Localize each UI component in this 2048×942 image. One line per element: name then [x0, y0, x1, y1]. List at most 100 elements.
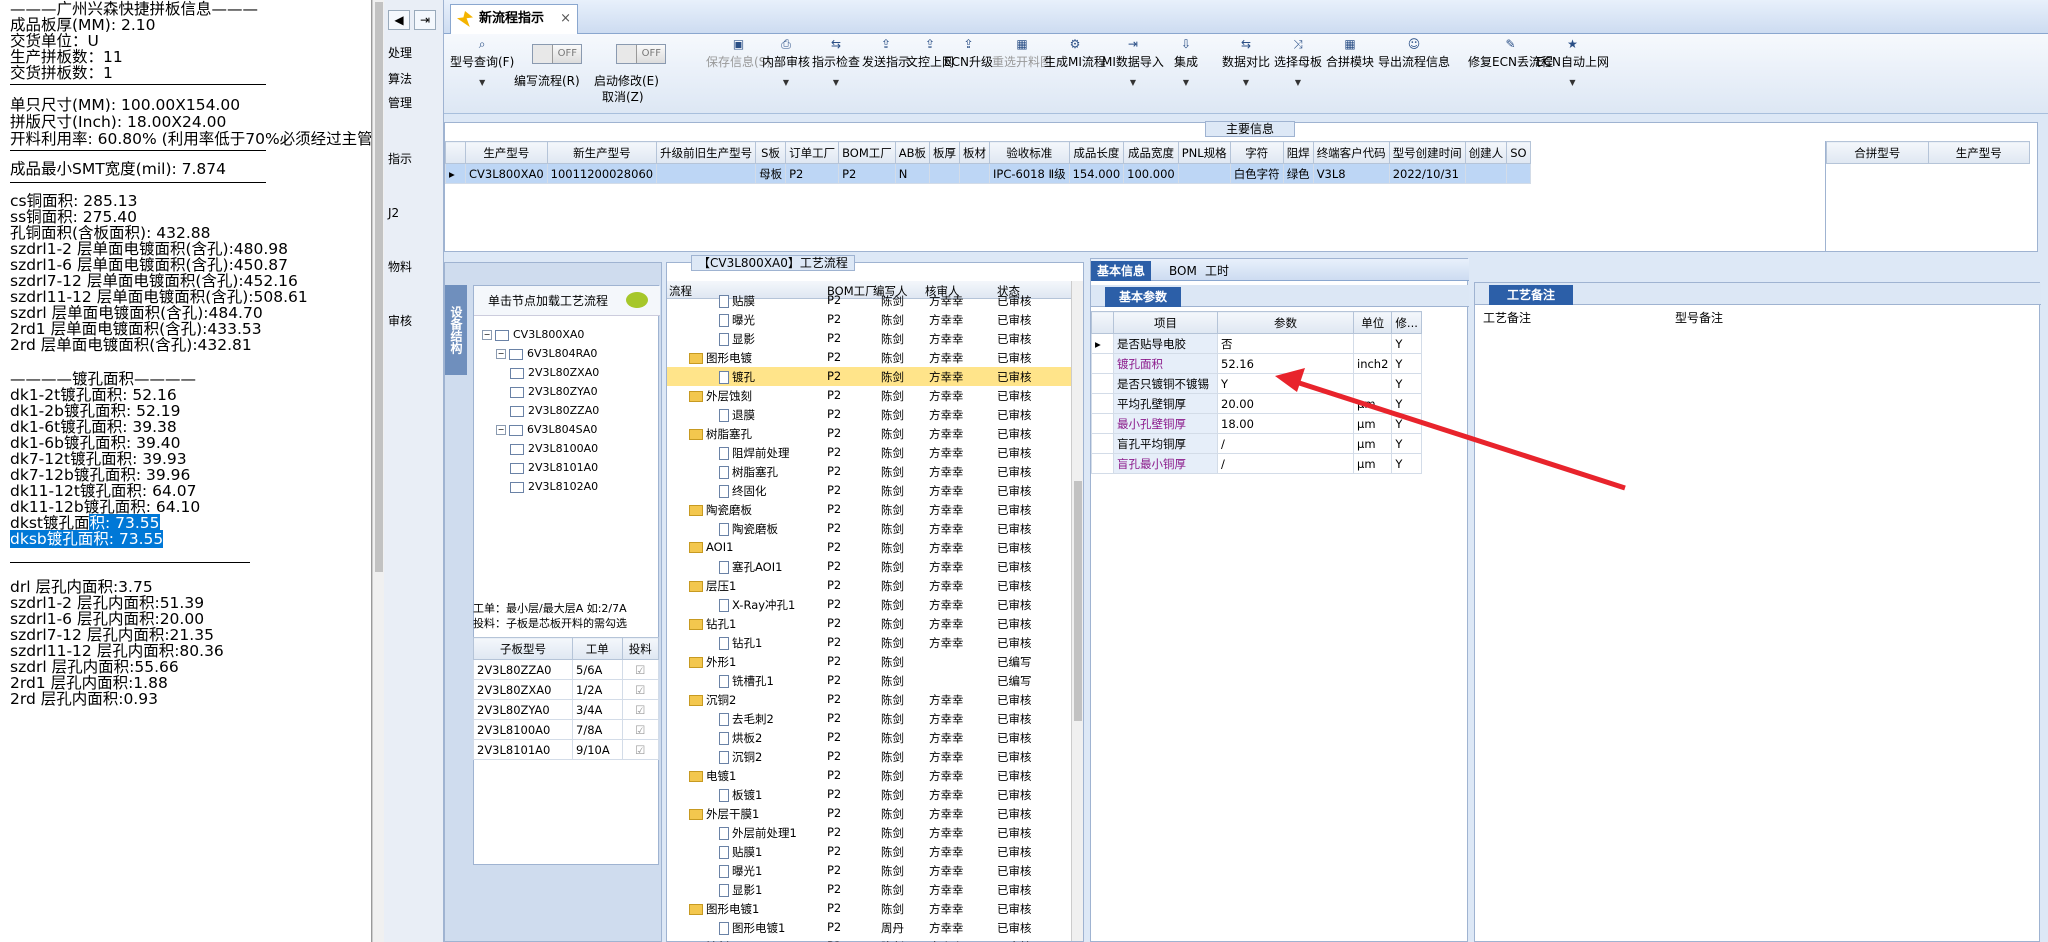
param-row[interactable]: 最小孔壁铜厚 18.00 μm Y — [1091, 413, 1422, 434]
process-row[interactable]: 图形电镀1 P2 周丹 方幸幸 已审核 — [667, 918, 1071, 937]
process-row[interactable]: 显影 P2 陈剑 方幸幸 已审核 — [667, 329, 1071, 348]
chevron-down-icon[interactable]: ▼ — [762, 78, 810, 87]
feed-checkbox[interactable]: ☑ — [621, 719, 660, 740]
table-row[interactable]: ▸ CV3L800XA0 10011200028060 母板 P2 P2 N IPC-6018… — [445, 163, 1531, 184]
param-row[interactable]: 镀孔面积 52.16 inch2 Y — [1091, 353, 1422, 374]
toolbar-button[interactable]: ★ ECN自动上网 ▼ — [1536, 36, 1609, 87]
column-header[interactable]: 板厚 — [929, 141, 961, 164]
table-cell[interactable]: 2V3L80ZZA0 — [472, 659, 574, 680]
param-value[interactable]: 52.16 — [1217, 353, 1354, 374]
table-row[interactable]: 2V3L8100A0 7/8A ☑ — [472, 719, 660, 740]
column-header[interactable]: 验收标准 — [989, 141, 1070, 164]
param-row[interactable]: 平均孔壁铜厚 20.00 μm Y — [1091, 393, 1422, 414]
notepad-window[interactable]: ———广州兴森快捷拼板信息——— 成品板厚(MM): 2.10 交货单位：U 生产拼板… — [0, 0, 372, 942]
process-row[interactable]: 显影1 P2 陈剑 方幸幸 已审核 — [667, 880, 1071, 899]
tab-process-notes[interactable]: 工艺备注 — [1489, 285, 1574, 305]
toolbar-button[interactable]: ⇪ ECN升级 — [944, 36, 993, 70]
process-row[interactable]: 阻焊前处理 P2 陈剑 方幸幸 已审核 — [667, 443, 1071, 462]
table-row[interactable]: 2V3L8101A0 9/10A ☑ — [472, 739, 660, 760]
process-row[interactable]: 外层前处理1 P2 陈剑 方幸幸 已审核 — [667, 823, 1071, 842]
process-row[interactable]: AOI1 P2 陈剑 方幸幸 已审核 — [667, 538, 1071, 557]
toggle-write-flow[interactable]: OFF — [532, 44, 582, 64]
tree-node[interactable]: − 6V3L804SA0 — [496, 423, 597, 436]
table-cell[interactable]: 9/10A — [572, 739, 623, 760]
column-header[interactable]: 升级前旧生产型号 — [656, 141, 757, 164]
process-row[interactable]: 图形电镀 P2 陈剑 方幸幸 已审核 — [667, 348, 1071, 367]
process-row[interactable]: 陶瓷磨板 P2 陈剑 方幸幸 已审核 — [667, 500, 1071, 519]
nav-item[interactable]: 指示 — [388, 150, 412, 167]
process-row[interactable]: 蚀刻2P2陈剑方幸幸已审核 — [667, 937, 1071, 942]
toolbar-button[interactable]: ▦ 重选开料图 — [992, 36, 1052, 70]
column-header[interactable]: SO — [1506, 141, 1531, 164]
column-header[interactable]: S板 — [755, 141, 787, 164]
chevron-down-icon[interactable]: ▼ — [1274, 78, 1322, 87]
tab-basic-0[interactable]: 基本信息 — [1091, 261, 1152, 281]
column-header[interactable]: 型号创建时间 — [1388, 141, 1466, 164]
param-value[interactable]: Y — [1217, 373, 1354, 394]
toolbar-button[interactable]: ☺ 导出流程信息 — [1378, 36, 1450, 70]
process-row[interactable]: 退膜 P2 陈剑 方幸幸 已审核 — [667, 405, 1071, 424]
table-cell[interactable]: P2 — [785, 163, 840, 184]
process-row[interactable]: 沉铜2 P2 陈剑 方幸幸 已审核 — [667, 690, 1071, 709]
tree-node[interactable]: − CV3L800XA0 — [482, 328, 584, 341]
table-cell[interactable]: 1/2A — [572, 679, 623, 700]
param-row[interactable]: ▸ 是否贴导电胶否 Y — [1091, 333, 1422, 354]
process-row[interactable]: 电镀1 P2 陈剑 方幸幸 已审核 — [667, 766, 1071, 785]
param-value[interactable]: / — [1217, 453, 1354, 474]
nav-item[interactable]: 处理 — [388, 44, 412, 61]
toolbar-button[interactable]: ⇆ 数据对比 ▼ — [1222, 36, 1270, 87]
process-row[interactable]: 树脂塞孔 P2 陈剑 方幸幸 已审核 — [667, 462, 1071, 481]
toggle-start-edit[interactable]: OFF — [616, 44, 666, 64]
param-row[interactable]: 是否只镀铜不镀锡 Y Y — [1091, 373, 1422, 394]
process-row[interactable]: 铣槽孔1 P2 陈剑 已编写 — [667, 671, 1071, 690]
tab-device-structure[interactable]: 设备结构 — [445, 285, 467, 375]
column-header[interactable]: 投料 — [621, 637, 660, 660]
column-header[interactable]: AB板 — [894, 141, 931, 164]
toolbar-button[interactable]: ⤨ 选择母板 ▼ — [1274, 36, 1322, 87]
table-cell[interactable]: V3L8 — [1312, 163, 1390, 184]
process-row[interactable]: 陶瓷磨板 P2 陈剑 方幸幸 已审核 — [667, 519, 1071, 538]
process-row[interactable]: 图形电镀1 P2 陈剑 方幸幸 已审核 — [667, 899, 1071, 918]
basic-param-grid[interactable]: 项目 参数 单位 修... ▸ 是否贴导电胶否 Y 镀孔面积 52.16 inch2 Y 是否只镀铜不… — [1091, 311, 1422, 474]
table-row[interactable]: 2V3L80ZYA0 3/4A ☑ — [472, 699, 660, 720]
column-header[interactable]: 工单 — [572, 637, 623, 660]
table-cell[interactable]: CV3L800XA0 — [465, 163, 548, 184]
table-cell[interactable]: IPC-6018 Ⅱ级 — [989, 163, 1070, 184]
process-row[interactable]: X-Ray冲孔1 P2 陈剑 方幸幸 已审核 — [667, 595, 1071, 614]
table-cell[interactable] — [1464, 163, 1508, 184]
nav-item[interactable]: 算法 — [388, 70, 412, 87]
feed-checkbox[interactable]: ☑ — [621, 699, 660, 720]
nav-item[interactable]: J2 — [388, 206, 399, 220]
process-row[interactable]: 树脂塞孔 P2 陈剑 方幸幸 已审核 — [667, 424, 1071, 443]
collapse-icon[interactable]: − — [496, 349, 506, 359]
process-row[interactable]: 贴膜1 P2 陈剑 方幸幸 已审核 — [667, 842, 1071, 861]
collapse-icon[interactable]: − — [496, 425, 506, 435]
toolbar-button[interactable]: ⇥ MI数据导入 ▼ — [1102, 36, 1164, 87]
table-cell[interactable]: 2V3L80ZXA0 — [472, 679, 574, 700]
table-row[interactable]: 2V3L80ZXA0 1/2A ☑ — [472, 679, 660, 700]
process-row[interactable]: 去毛刺2 P2 陈剑 方幸幸 已审核 — [667, 709, 1071, 728]
main-info-grid[interactable]: 生产型号 新生产型号 升级前旧生产型号 S板 订单工厂 BOM工厂 AB板 板厚 板材 验收标准成… — [445, 141, 1531, 184]
toolbar-button[interactable]: ⇆ 指示检查 ▼ — [812, 36, 860, 87]
table-cell[interactable]: 2V3L8101A0 — [472, 739, 574, 760]
chevron-down-icon[interactable]: ▼ — [1222, 78, 1270, 87]
column-header[interactable]: 订单工厂 — [785, 141, 840, 164]
process-row[interactable]: 钻孔1 P2 陈剑 方幸幸 已审核 — [667, 614, 1071, 633]
process-row[interactable]: 曝光1 P2 陈剑 方幸幸 已审核 — [667, 861, 1071, 880]
table-cell[interactable] — [1177, 163, 1231, 184]
process-row[interactable]: 沉铜2 P2 陈剑 方幸幸 已审核 — [667, 747, 1071, 766]
process-row[interactable]: 外层干膜1 P2 陈剑 方幸幸 已审核 — [667, 804, 1071, 823]
tree-node[interactable]: 2V3L8101A0 — [510, 461, 598, 474]
param-value[interactable]: 18.00 — [1217, 413, 1354, 434]
feed-checkbox[interactable]: ☑ — [621, 739, 660, 760]
param-value[interactable]: / — [1217, 433, 1354, 454]
nav-forward-icon[interactable]: ⇥ — [414, 10, 436, 30]
cancel-button[interactable]: 取消(Z) — [602, 88, 644, 105]
table-cell[interactable]: 2022/10/31 — [1388, 163, 1466, 184]
process-row[interactable]: 外层蚀刻 P2 陈剑 方幸幸 已审核 — [667, 386, 1071, 405]
toolbar-button[interactable]: ⌕ 型号查询(F) ▼ — [450, 36, 514, 87]
tab-new-process[interactable]: 新流程指示 × — [450, 4, 578, 34]
column-header[interactable]: 子板型号 — [472, 637, 574, 660]
toolbar-button[interactable]: ⎙ 内部审核 ▼ — [762, 36, 810, 87]
column-header[interactable]: 单位 — [1352, 311, 1393, 334]
